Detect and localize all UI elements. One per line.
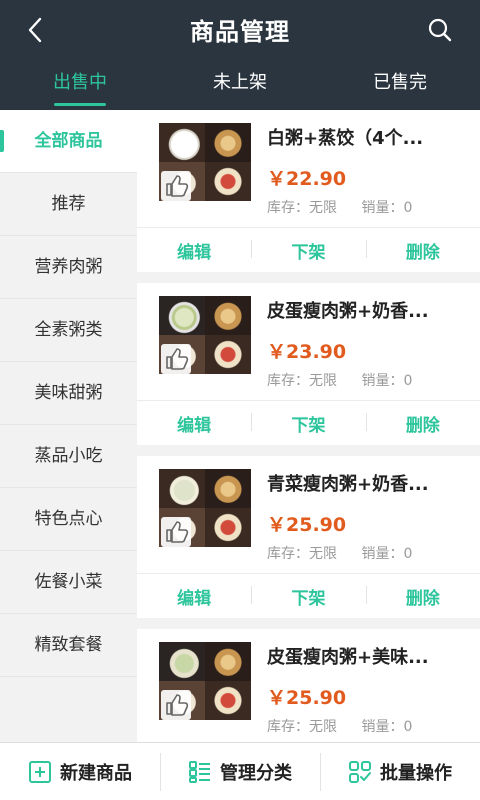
sidebar-item-steamed-snacks[interactable]: 蒸品小吃 — [0, 425, 137, 488]
product-list: 白粥+蒸饺（4个... ￥22.90 库存：无限 销量：0 编辑 下架 删除 皮… — [137, 110, 480, 742]
card-actions: 编辑 下架 删除 — [137, 574, 480, 618]
sidebar-item-set-meals[interactable]: 精致套餐 — [0, 614, 137, 677]
batch-check-icon — [349, 760, 371, 783]
status-tabs: 出售中 未上架 已售完 — [0, 58, 480, 110]
product-price: ￥23.90 — [267, 341, 347, 363]
product-price: ￥25.90 — [267, 687, 347, 709]
product-meta: 库存：无限 销量：0 — [267, 543, 432, 563]
product-meta: 库存：无限 销量：0 — [267, 716, 432, 736]
plus-square-icon — [29, 760, 51, 783]
product-name: 白粥+蒸饺（4个... — [267, 128, 424, 149]
product-meta: 库存：无限 销量：0 — [267, 197, 432, 217]
stock-label: 库存：无限 — [267, 373, 337, 389]
product-price: ￥22.90 — [267, 168, 347, 190]
sidebar-item-all-products[interactable]: 全部商品 — [0, 110, 137, 173]
sidebar-item-vegetarian-congee[interactable]: 全素粥类 — [0, 299, 137, 362]
product-price: ￥25.90 — [267, 514, 347, 536]
sidebar-item-sweet-congee[interactable]: 美味甜粥 — [0, 362, 137, 425]
search-icon[interactable] — [426, 16, 454, 44]
product-meta: 库存：无限 销量：0 — [267, 370, 432, 390]
batch-operation-button[interactable]: 批量操作 — [320, 743, 480, 800]
unshelve-button[interactable]: 下架 — [251, 238, 365, 263]
product-image[interactable] — [159, 469, 251, 547]
thumbs-up-icon — [161, 344, 191, 374]
card-actions: 编辑 下架 删除 — [137, 228, 480, 272]
new-product-button[interactable]: 新建商品 — [0, 743, 160, 800]
sales-label: 销量：0 — [361, 373, 413, 389]
sidebar-item-meat-congee[interactable]: 营养肉粥 — [0, 236, 137, 299]
batch-operation-label: 批量操作 — [380, 762, 452, 784]
stock-label: 库存：无限 — [267, 200, 337, 216]
stock-label: 库存：无限 — [267, 719, 337, 735]
card-actions: 编辑 下架 删除 — [137, 401, 480, 445]
new-product-label: 新建商品 — [60, 762, 132, 784]
manage-category-label: 管理分类 — [220, 762, 292, 784]
thumbs-up-icon — [161, 690, 191, 720]
sidebar-item-special-dimsum[interactable]: 特色点心 — [0, 488, 137, 551]
thumbs-up-icon — [161, 171, 191, 201]
page-title: 商品管理 — [190, 18, 290, 46]
product-name: 皮蛋瘦肉粥+美味... — [267, 647, 429, 668]
thumbs-up-icon — [161, 517, 191, 547]
delete-button[interactable]: 删除 — [365, 238, 480, 263]
unshelve-button[interactable]: 下架 — [251, 411, 365, 436]
tab-not-listed[interactable]: 未上架 — [160, 58, 320, 110]
product-card: 皮蛋瘦肉粥+奶香... ￥23.90 库存：无限 销量：0 编辑 下架 删除 — [137, 283, 480, 456]
delete-button[interactable]: 删除 — [365, 411, 480, 436]
product-image[interactable] — [159, 123, 251, 201]
edit-button[interactable]: 编辑 — [137, 411, 251, 436]
product-image[interactable] — [159, 642, 251, 720]
product-name: 皮蛋瘦肉粥+奶香... — [267, 301, 429, 322]
tab-on-sale[interactable]: 出售中 — [0, 58, 160, 110]
app-header: 商品管理 出售中 未上架 已售完 — [0, 0, 480, 110]
sidebar-item-side-dishes[interactable]: 佐餐小菜 — [0, 551, 137, 614]
sales-label: 销量：0 — [361, 719, 413, 735]
sidebar-item-recommended[interactable]: 推荐 — [0, 173, 137, 236]
category-list-icon — [189, 760, 210, 783]
stock-label: 库存：无限 — [267, 546, 337, 562]
delete-button[interactable]: 删除 — [365, 584, 480, 609]
product-card: 白粥+蒸饺（4个... ￥22.90 库存：无限 销量：0 编辑 下架 删除 — [137, 110, 480, 283]
unshelve-button[interactable]: 下架 — [251, 584, 365, 609]
bottom-toolbar: 新建商品 管理分类 批量操作 — [0, 742, 480, 800]
product-card: 皮蛋瘦肉粥+美味... ￥25.90 库存：无限 销量：0 — [137, 629, 480, 742]
product-card: 青菜瘦肉粥+奶香... ￥25.90 库存：无限 销量：0 编辑 下架 删除 — [137, 456, 480, 629]
edit-button[interactable]: 编辑 — [137, 238, 251, 263]
sales-label: 销量：0 — [361, 546, 413, 562]
manage-category-button[interactable]: 管理分类 — [160, 743, 320, 800]
sales-label: 销量：0 — [361, 200, 413, 216]
category-sidebar: 全部商品 推荐 营养肉粥 全素粥类 美味甜粥 蒸品小吃 特色点心 佐餐小菜 精致… — [0, 110, 137, 742]
edit-button[interactable]: 编辑 — [137, 584, 251, 609]
tab-sold-out[interactable]: 已售完 — [320, 58, 480, 110]
product-image[interactable] — [159, 296, 251, 374]
product-name: 青菜瘦肉粥+奶香... — [267, 474, 429, 495]
